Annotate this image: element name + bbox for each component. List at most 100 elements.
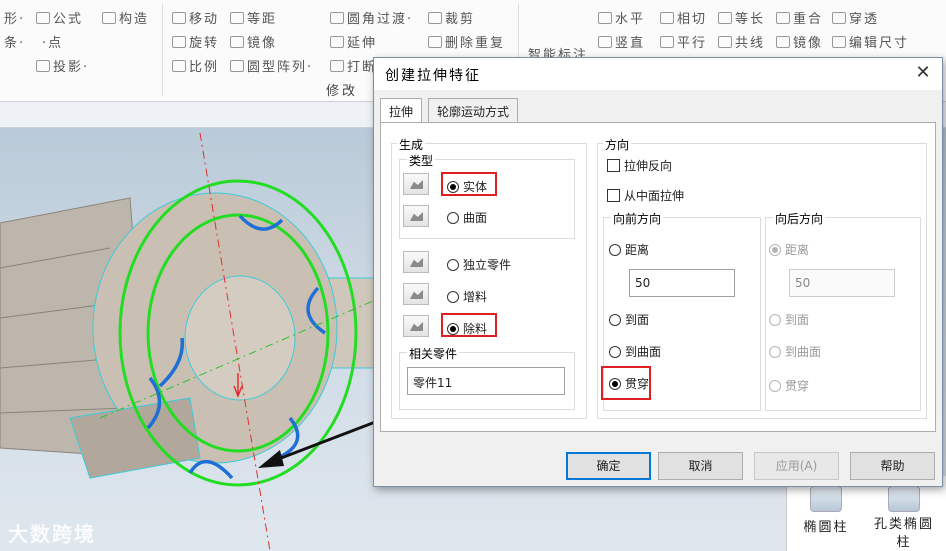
ribbon-item-extend[interactable]: 延伸 <box>330 32 377 51</box>
radio-backward-through-indicator <box>769 379 781 392</box>
ribbon-item-scale[interactable]: 比例 <box>172 56 219 75</box>
radio-forward-to-surface[interactable]: 到曲面 <box>609 343 661 360</box>
formula-icon <box>36 12 50 24</box>
radio-forward-distance-indicator <box>609 243 621 256</box>
ribbon-item-circular-array[interactable]: 圆型阵列· <box>230 56 313 75</box>
radio-forward-to-face[interactable]: 到面 <box>609 311 649 328</box>
dialog-title: 创建拉伸特征 <box>385 68 481 84</box>
help-button[interactable]: 帮助 <box>850 452 935 480</box>
radio-backward-surface-indicator <box>769 345 781 358</box>
radio-add-indicator <box>447 290 459 303</box>
delete-duplicate-icon <box>428 36 442 48</box>
apply-button[interactable]: 应用(A) <box>754 452 839 480</box>
radio-backward-to-face[interactable]: 到面 <box>769 311 809 328</box>
type-group <box>399 159 575 239</box>
add-material-thumb-icon <box>403 283 429 305</box>
radio-surface[interactable]: 曲面 <box>447 209 487 226</box>
ribbon-separator <box>162 4 163 96</box>
ribbon-item-pierce[interactable]: 穿透 <box>832 8 879 27</box>
checkbox-from-midplane[interactable]: 从中面拉伸 <box>607 187 684 204</box>
ribbon-item-project[interactable]: 投影· <box>36 56 89 75</box>
equal-length-icon <box>718 12 732 24</box>
ribbon-item-parallel[interactable]: 平行 <box>660 32 707 51</box>
extrude-feature-dialog: 创建拉伸特征 ✕ 拉伸 轮廓运动方式 生成 类型 实体 曲面 独立零件 增料 除… <box>373 57 943 487</box>
offset-icon <box>230 12 244 24</box>
ribbon-item-formula[interactable]: 公式 <box>36 8 83 27</box>
radio-forward-face-indicator <box>609 313 621 326</box>
close-icon[interactable]: ✕ <box>912 62 934 84</box>
move-icon <box>172 12 186 24</box>
project-icon <box>36 60 50 72</box>
radio-backward-through[interactable]: 贯穿 <box>769 377 809 394</box>
ribbon-item-break[interactable]: 打断 <box>330 56 377 75</box>
radio-standalone-indicator <box>447 258 459 271</box>
tool-hole-elliptic-cylinder[interactable]: 孔类椭圆柱 <box>869 482 939 551</box>
related-part-legend: 相关零件 <box>407 345 460 362</box>
fillet-icon <box>330 12 344 24</box>
highlight-box <box>441 313 497 337</box>
radio-standalone-part[interactable]: 独立零件 <box>447 256 511 273</box>
ribbon-item-offset[interactable]: 等距 <box>230 8 277 27</box>
solid-thumb-icon <box>403 173 429 195</box>
vertical-icon <box>598 36 612 48</box>
ribbon-item-tangent[interactable]: 相切 <box>660 8 707 27</box>
forward-distance-input[interactable]: 50 <box>629 269 735 297</box>
radio-backward-distance-indicator <box>769 243 781 256</box>
ribbon-item-edit-dimension[interactable]: 编辑尺寸 <box>832 32 909 51</box>
radio-add-material[interactable]: 增料 <box>447 288 487 305</box>
hole-elliptic-cylinder-icon <box>888 486 920 512</box>
ok-button[interactable]: 确定 <box>566 452 651 480</box>
radio-backward-face-indicator <box>769 313 781 326</box>
ribbon-item-mirror[interactable]: 镜像 <box>230 32 277 51</box>
tangent-icon <box>660 12 674 24</box>
cancel-button[interactable]: 取消 <box>658 452 743 480</box>
extend-icon <box>330 36 344 48</box>
tab-extrude[interactable]: 拉伸 <box>380 98 423 124</box>
ribbon-item-delete-duplicate[interactable]: 删除重复 <box>428 32 505 51</box>
edit-dimension-icon <box>832 36 846 48</box>
ribbon-item-move[interactable]: 移动 <box>172 8 219 27</box>
dialog-titlebar[interactable]: 创建拉伸特征 ✕ <box>374 58 942 90</box>
direction-legend: 方向 <box>603 136 632 153</box>
horizontal-icon <box>598 12 612 24</box>
surface-thumb-icon <box>403 205 429 227</box>
ribbon-item-bar[interactable]: 条· <box>4 32 25 51</box>
break-icon <box>330 60 344 72</box>
remove-material-thumb-icon <box>403 315 429 337</box>
tool-elliptic-cylinder[interactable]: 椭圆柱 <box>791 482 861 535</box>
ribbon-item-horizontal[interactable]: 水平 <box>598 8 645 27</box>
radio-forward-distance[interactable]: 距离 <box>609 241 649 258</box>
tab-profile-motion[interactable]: 轮廓运动方式 <box>428 98 519 122</box>
ribbon-item-mirror-constraint[interactable]: 镜像 <box>776 32 823 51</box>
ribbon-item-vertical[interactable]: 竖直 <box>598 32 645 51</box>
elliptic-cylinder-icon <box>810 486 842 512</box>
circular-array-icon <box>230 60 244 72</box>
ribbon-item-construct[interactable]: 构造 <box>102 8 149 27</box>
feature-tool-panel: 椭圆柱 孔类椭圆柱 <box>786 476 946 551</box>
parallel-icon <box>660 36 674 48</box>
checkbox-midplane-box <box>607 189 620 202</box>
checkbox-reverse-box <box>607 159 620 172</box>
ribbon-item-trim[interactable]: 裁剪 <box>428 8 475 27</box>
forward-legend: 向前方向 <box>611 210 664 227</box>
standalone-part-thumb-icon <box>403 251 429 273</box>
ribbon-item-point[interactable]: ·点 <box>42 32 63 51</box>
ribbon-item-coincident[interactable]: 重合 <box>776 8 823 27</box>
construct-icon <box>102 12 116 24</box>
ribbon-item-collinear[interactable]: 共线 <box>718 32 765 51</box>
ribbon-item-rotate[interactable]: 旋转 <box>172 32 219 51</box>
mirror-constraint-icon <box>776 36 790 48</box>
checkbox-reverse[interactable]: 拉伸反向 <box>607 157 672 174</box>
coincident-icon <box>776 12 790 24</box>
backward-distance-input[interactable]: 50 <box>789 269 895 297</box>
related-part-field[interactable]: 零件11 <box>407 367 565 395</box>
ribbon-item-equal-length[interactable]: 等长 <box>718 8 765 27</box>
ribbon-item-fillet[interactable]: 圆角过渡· <box>330 8 413 27</box>
mirror-icon <box>230 36 244 48</box>
collinear-icon <box>718 36 732 48</box>
radio-backward-to-surface[interactable]: 到曲面 <box>769 343 821 360</box>
backward-legend: 向后方向 <box>773 210 826 227</box>
ribbon-item-shape[interactable]: 形· <box>4 8 25 27</box>
radio-backward-distance[interactable]: 距离 <box>769 241 809 258</box>
pierce-icon <box>832 12 846 24</box>
